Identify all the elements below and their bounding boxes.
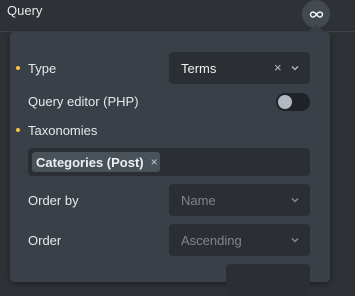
order-by-select[interactable]: Name	[169, 184, 310, 216]
order-by-placeholder: Name	[181, 193, 216, 208]
chevron-down-icon	[291, 66, 299, 71]
query-popup: Type Terms × Query editor (PHP) Taxonomi…	[10, 32, 330, 296]
order-select[interactable]: Ascending	[169, 224, 310, 256]
clear-icon[interactable]: ×	[274, 60, 282, 75]
chevron-down-icon	[291, 238, 299, 243]
panel-title: Query	[7, 3, 43, 18]
query-editor-label: Query editor (PHP)	[28, 94, 139, 109]
next-field-select[interactable]	[226, 264, 310, 296]
type-label: Type	[28, 61, 57, 76]
taxonomies-input[interactable]: Categories (Post) ×	[28, 148, 310, 176]
panel-header: Query	[0, 0, 355, 32]
required-indicator	[16, 66, 20, 70]
toggle-knob	[278, 95, 292, 109]
taxonomy-tag-label: Categories (Post)	[36, 154, 144, 170]
query-editor-toggle[interactable]	[276, 93, 310, 111]
taxonomies-label: Taxonomies	[28, 123, 98, 138]
remove-tag-icon[interactable]: ×	[151, 155, 158, 169]
order-by-label: Order by	[28, 193, 79, 208]
type-value: Terms	[181, 61, 217, 76]
taxonomy-tag: Categories (Post) ×	[32, 152, 160, 172]
infinity-link-icon	[309, 10, 323, 18]
chevron-down-icon	[291, 198, 299, 203]
order-label: Order	[28, 233, 62, 248]
required-indicator	[16, 128, 20, 132]
order-placeholder: Ascending	[181, 233, 242, 248]
type-select[interactable]: Terms ×	[169, 52, 310, 84]
